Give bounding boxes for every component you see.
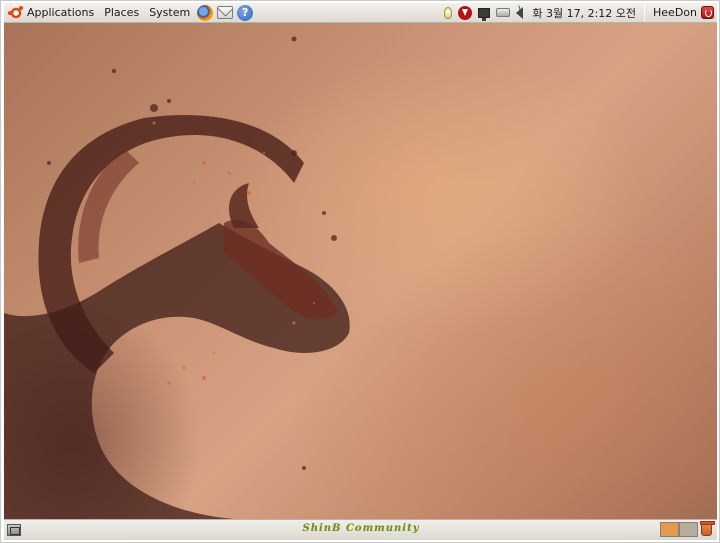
wallpaper-art — [4, 36, 350, 519]
ubuntu-logo-icon — [8, 5, 23, 20]
lightbulb-icon[interactable] — [444, 6, 453, 19]
bottom-panel: ShinB Community — [4, 519, 717, 540]
creature-horn — [229, 183, 259, 228]
brand-text: ShinB Community — [302, 523, 420, 534]
update-notifier-icon[interactable] — [458, 5, 473, 20]
clock[interactable]: 화 3월 17, 2:12 오전 — [526, 5, 642, 21]
workspace-1[interactable] — [660, 522, 679, 537]
volume-icon[interactable] — [516, 5, 524, 19]
screen-frame: Applications Places System ? 화 3월 17, 2:… — [0, 0, 720, 543]
panel-separator — [644, 4, 646, 21]
show-desktop-icon[interactable] — [7, 524, 21, 536]
applications-menu[interactable]: Applications — [4, 3, 99, 22]
system-menu-label: System — [149, 6, 191, 19]
system-menu[interactable]: System — [144, 3, 195, 22]
top-panel: Applications Places System ? 화 3월 17, 2:… — [4, 3, 717, 23]
desktop-wallpaper[interactable] — [4, 23, 717, 519]
network-icon[interactable] — [478, 7, 491, 21]
shutdown-icon[interactable] — [701, 6, 714, 19]
mail-icon[interactable] — [217, 6, 234, 19]
notification-area: 화 3월 17, 2:12 오전 HeeDon — [441, 3, 717, 22]
user-switcher[interactable]: HeeDon — [647, 6, 701, 19]
main-menu: Applications Places System ? — [4, 3, 255, 22]
workspace-2[interactable] — [679, 522, 698, 537]
firefox-icon[interactable] — [197, 4, 214, 21]
workspace-switcher — [660, 522, 698, 537]
places-menu-label: Places — [104, 6, 140, 19]
help-icon[interactable]: ? — [237, 4, 254, 21]
trash-icon[interactable] — [700, 521, 715, 536]
applications-menu-label: Applications — [27, 6, 95, 19]
places-menu[interactable]: Places — [99, 3, 144, 22]
window-list: ShinB Community — [301, 521, 421, 534]
printer-icon[interactable] — [496, 8, 511, 17]
